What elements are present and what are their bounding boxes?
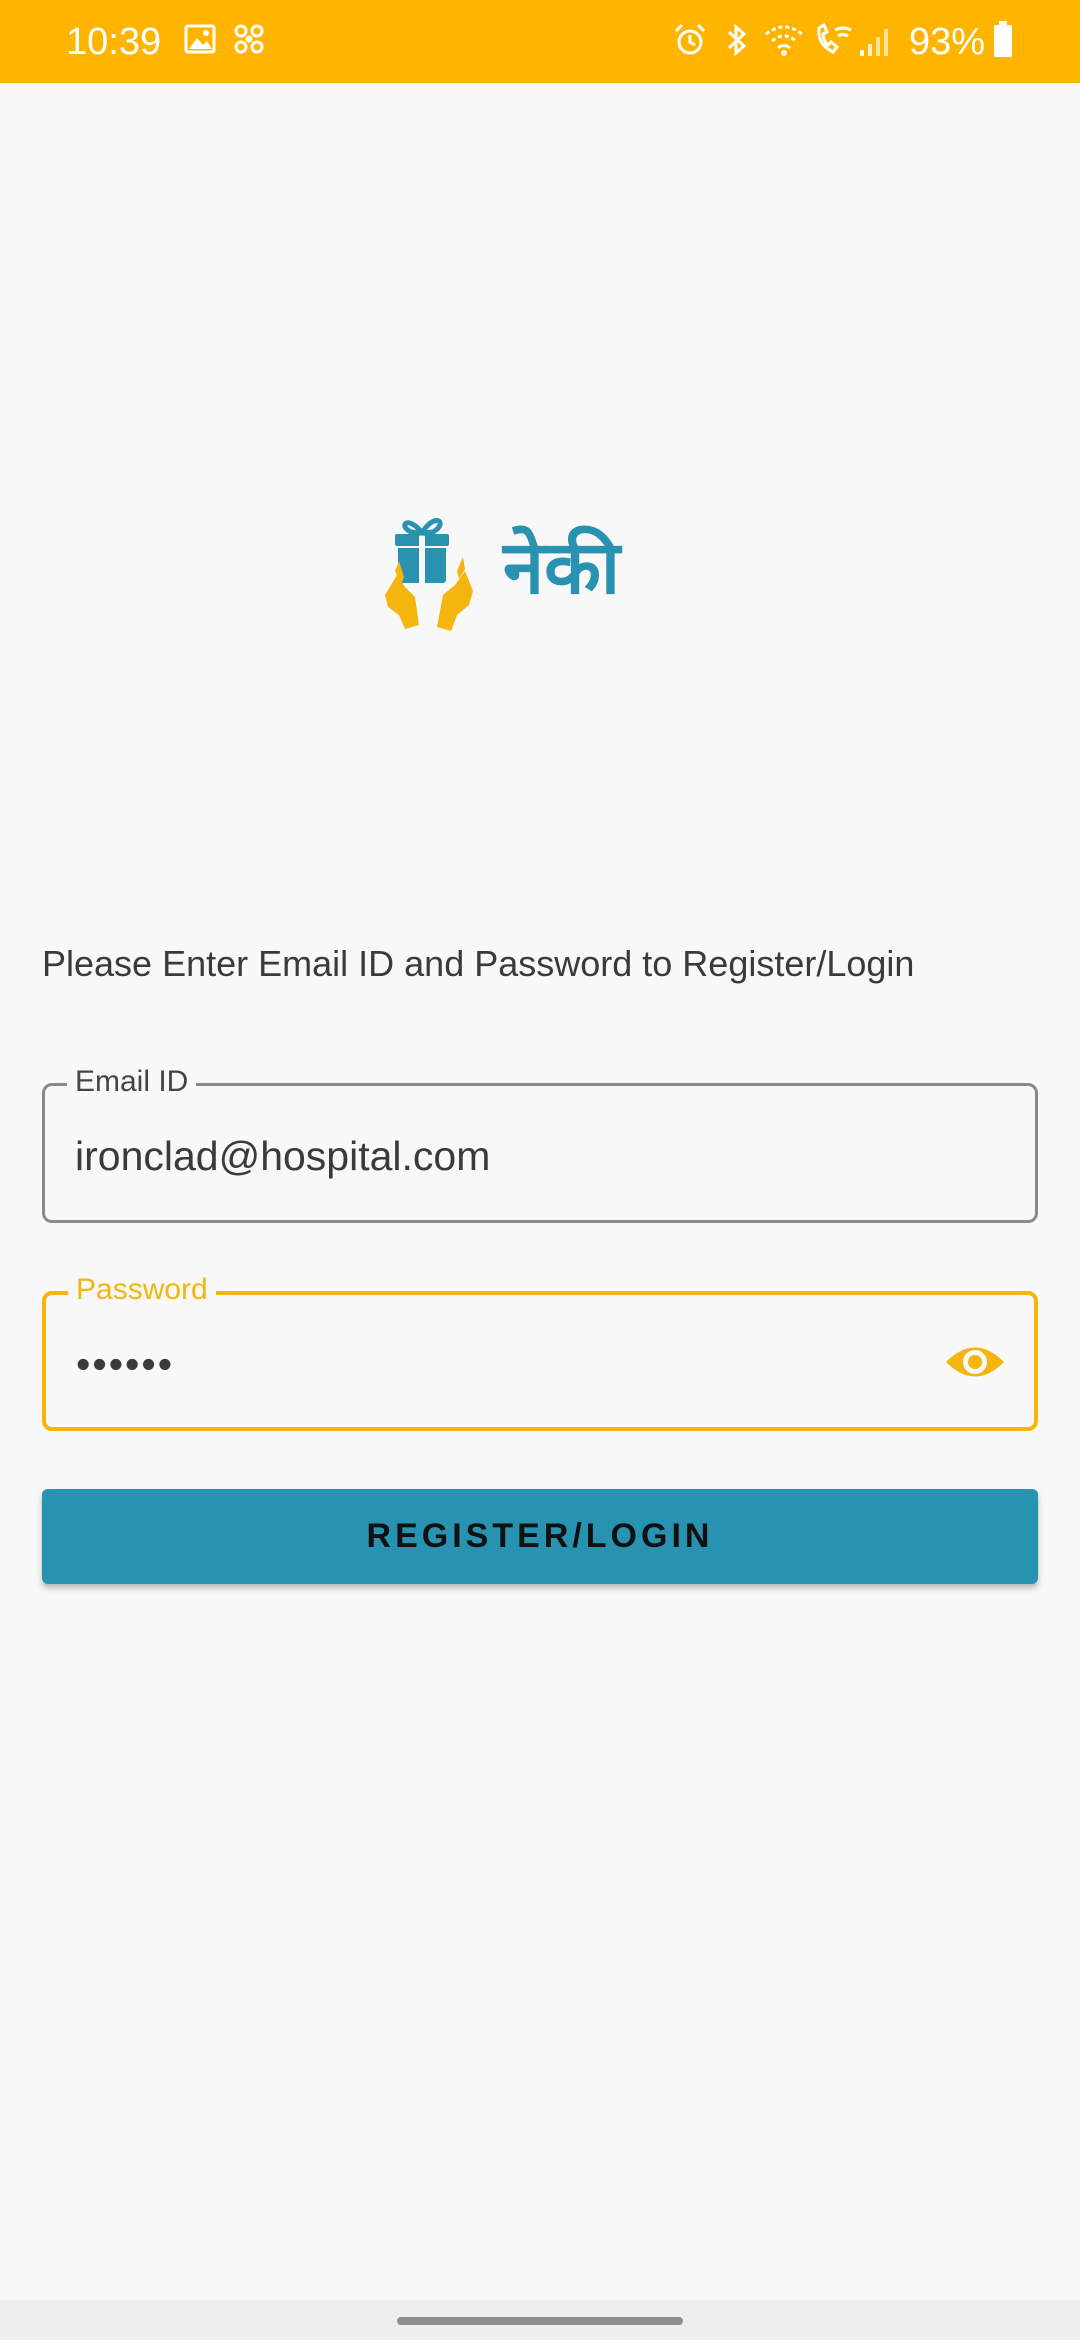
signal-icon [860,29,888,56]
email-field[interactable]: Email ID ironclad@hospital.com [42,1064,1038,1223]
register-login-button[interactable]: REGISTER/LOGIN [42,1489,1038,1584]
navigation-bar [0,2300,1080,2340]
login-screen: 10:39 93% नेकी Please Enter Email ID and… [0,0,1080,2340]
image-icon [184,24,216,54]
alarm-icon [674,23,706,55]
bluetooth-icon [727,23,747,57]
email-field-label: Email ID [67,1064,197,1100]
app-logo: नेकी [385,505,650,635]
password-input[interactable]: •••••• [76,1338,936,1390]
status-bar: 10:39 93% [0,0,1080,83]
wifi-calling-icon [817,22,852,54]
fan-icon [234,24,264,54]
email-input[interactable]: ironclad@hospital.com [75,1130,935,1182]
battery-icon [994,21,1012,57]
logo-wordmark: नेकी [503,525,621,611]
home-gesture-handle[interactable] [397,2317,683,2325]
password-field[interactable]: Password •••••• [42,1272,1038,1431]
password-field-label: Password [68,1272,216,1308]
instruction-text: Please Enter Email ID and Password to Re… [42,943,915,984]
wifi-icon [765,25,803,56]
eye-icon[interactable] [944,1337,1006,1387]
gift-hands-icon [385,518,473,631]
battery-percentage: 93% [909,21,986,63]
status-time: 10:39 [66,21,162,63]
